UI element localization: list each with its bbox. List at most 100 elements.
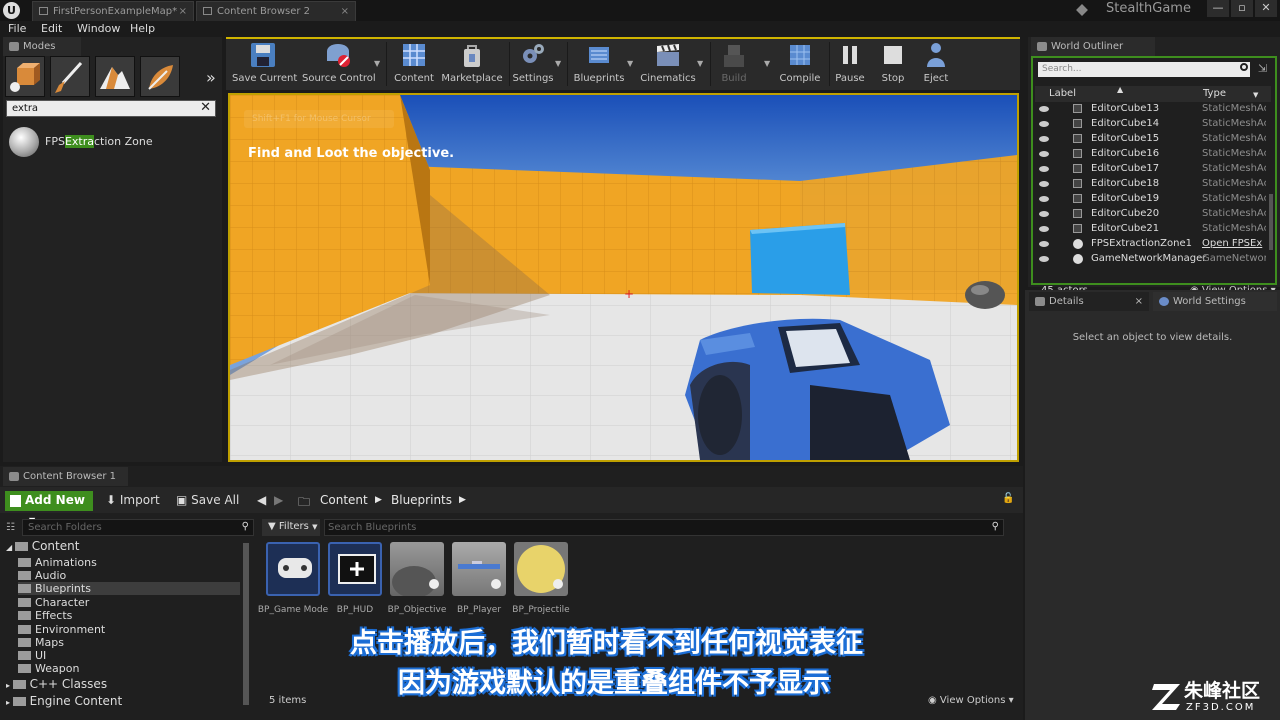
asset-tile[interactable]: BP_HUD: [328, 542, 382, 615]
chevron-right-icon[interactable]: ▶: [459, 495, 466, 505]
folder-content[interactable]: ◢ Content: [6, 540, 79, 553]
visibility-eye-icon[interactable]: [1039, 241, 1049, 247]
outliner-row[interactable]: EditorCube20 StaticMeshAc: [1035, 207, 1267, 222]
outliner-row[interactable]: EditorCube21 StaticMeshAc: [1035, 222, 1267, 237]
marketplace-button[interactable]: Marketplace: [440, 41, 504, 89]
pause-button[interactable]: Pause: [832, 41, 868, 89]
folder-ui[interactable]: UI: [18, 649, 46, 662]
chevron-right-icon[interactable]: »: [206, 68, 216, 87]
add-new-button[interactable]: Add New ▼: [5, 491, 93, 525]
place-mode-button[interactable]: [5, 56, 45, 97]
blueprints-button[interactable]: Blueprints: [572, 41, 626, 89]
close-icon[interactable]: ×: [1135, 292, 1143, 311]
outliner-row[interactable]: EditorCube17 StaticMeshAc: [1035, 162, 1267, 177]
asset-tile[interactable]: BP_Objective: [388, 542, 446, 615]
breadcrumb-blueprints[interactable]: Blueprints: [391, 493, 452, 507]
expand-arrow-icon[interactable]: ◢: [6, 543, 15, 552]
source-control-button[interactable]: Source Control: [302, 41, 376, 89]
content-view-options[interactable]: ◉ View Options ▾: [928, 695, 1014, 706]
folder-weapon[interactable]: Weapon: [18, 662, 79, 675]
visibility-eye-icon[interactable]: [1039, 136, 1049, 142]
forward-button[interactable]: ▶: [274, 493, 283, 507]
outliner-row[interactable]: EditorCube15 StaticMeshAc: [1035, 132, 1267, 147]
chevron-down-icon[interactable]: ▼: [374, 59, 380, 68]
outliner-row[interactable]: EditorCube16 StaticMeshAc: [1035, 147, 1267, 162]
minimize-button[interactable]: —: [1207, 0, 1229, 17]
asset-tile[interactable]: BP_Game Mode: [258, 542, 328, 615]
column-label[interactable]: Label: [1049, 86, 1076, 101]
asset-search-input[interactable]: Search Blueprints ⚲: [324, 519, 1004, 536]
folder-tree-scrollbar[interactable]: [243, 543, 249, 705]
outliner-row[interactable]: GameNetworkManagerGameNetwork: [1035, 252, 1267, 267]
tab-level-editor[interactable]: FirstPersonExampleMap* ×: [32, 1, 194, 21]
modes-search-input[interactable]: extra ✕: [6, 100, 216, 117]
asset-tile[interactable]: BP_Projectile: [512, 542, 570, 615]
folder-effects[interactable]: Effects: [18, 609, 72, 622]
visibility-eye-icon[interactable]: [1039, 226, 1049, 232]
content-button[interactable]: Content: [392, 41, 436, 89]
outliner-search-input[interactable]: Search...: [1038, 62, 1250, 77]
stop-button[interactable]: Stop: [876, 41, 910, 89]
eject-button[interactable]: Eject: [918, 41, 954, 89]
tab-world-settings[interactable]: World Settings: [1153, 292, 1277, 311]
folder-animations[interactable]: Animations: [18, 556, 97, 569]
chevron-right-icon[interactable]: ▶: [375, 495, 382, 505]
tab-modes[interactable]: Modes: [3, 37, 81, 56]
folder-character[interactable]: Character: [18, 596, 89, 609]
compile-button[interactable]: Compile: [778, 41, 822, 89]
clear-search-icon[interactable]: ✕: [200, 100, 211, 115]
save-current-button[interactable]: Save Current: [232, 41, 297, 89]
close-icon[interactable]: ×: [179, 2, 187, 21]
tab-content-browser-1[interactable]: Content Browser 1: [3, 467, 128, 486]
chevron-down-icon[interactable]: ▼: [555, 59, 561, 68]
visibility-eye-icon[interactable]: [1039, 121, 1049, 127]
chevron-down-icon[interactable]: ▼: [764, 59, 770, 68]
visibility-eye-icon[interactable]: [1039, 106, 1049, 112]
chevron-down-icon[interactable]: ▼: [627, 59, 633, 68]
tab-details[interactable]: Details ×: [1029, 292, 1149, 311]
menu-file[interactable]: File: [8, 22, 26, 35]
menu-edit[interactable]: Edit: [41, 22, 62, 35]
outliner-scrollbar[interactable]: [1269, 194, 1273, 250]
landscape-mode-button[interactable]: [95, 56, 135, 97]
paint-mode-button[interactable]: [50, 56, 90, 97]
asset-tile[interactable]: BP_Player: [452, 542, 506, 615]
filters-button[interactable]: ▼ Filters ▼: [262, 519, 320, 536]
menu-help[interactable]: Help: [130, 22, 155, 35]
visibility-eye-icon[interactable]: [1039, 181, 1049, 187]
folder-maps[interactable]: Maps: [18, 636, 64, 649]
outliner-row[interactable]: EditorCube19 StaticMeshAc: [1035, 192, 1267, 207]
visibility-eye-icon[interactable]: [1039, 211, 1049, 217]
menu-window[interactable]: Window: [77, 22, 120, 35]
sources-toggle-icon[interactable]: ☷: [6, 522, 15, 533]
close-icon[interactable]: ×: [341, 2, 349, 21]
visibility-eye-icon[interactable]: [1039, 151, 1049, 157]
outliner-row[interactable]: EditorCube18 StaticMeshAc: [1035, 177, 1267, 192]
settings-button[interactable]: Settings: [512, 41, 554, 89]
outliner-row[interactable]: EditorCube13 StaticMeshAc: [1035, 102, 1267, 117]
folder-environment[interactable]: Environment: [18, 623, 105, 636]
tab-world-outliner[interactable]: World Outliner: [1031, 37, 1155, 56]
back-button[interactable]: ◀: [257, 493, 266, 507]
chevron-down-icon[interactable]: ▼: [697, 59, 703, 68]
folder-engine-content[interactable]: ▸ Engine Content: [6, 695, 122, 708]
folder-search-input[interactable]: Search Folders ⚲: [22, 519, 254, 536]
build-button[interactable]: Build: [716, 41, 752, 89]
cinematics-button[interactable]: Cinematics: [640, 41, 696, 89]
row-type[interactable]: Open FPSEx: [1202, 237, 1266, 251]
maximize-button[interactable]: ▫: [1231, 0, 1253, 17]
breadcrumb-content[interactable]: Content: [320, 493, 368, 507]
level-viewport[interactable]: Shift+F1 for Mouse Cursor Find and Loot …: [228, 93, 1019, 462]
foliage-mode-button[interactable]: [140, 56, 180, 97]
save-all-button[interactable]: ▣ Save All: [176, 493, 239, 507]
folder-c-classes[interactable]: ▸ C++ Classes: [6, 678, 107, 691]
visibility-eye-icon[interactable]: [1039, 166, 1049, 172]
close-window-button[interactable]: ✕: [1255, 0, 1277, 17]
chevron-down-icon[interactable]: ▼: [1253, 88, 1258, 103]
tab-content-browser-2[interactable]: Content Browser 2 ×: [196, 1, 356, 21]
folder-blueprints[interactable]: Blueprints: [18, 582, 240, 595]
lock-icon[interactable]: 🔓: [1002, 493, 1014, 504]
outliner-row[interactable]: FPSExtractionZone1 Open FPSEx: [1035, 237, 1267, 252]
folder-audio[interactable]: Audio: [18, 569, 66, 582]
visibility-eye-icon[interactable]: [1039, 256, 1049, 262]
